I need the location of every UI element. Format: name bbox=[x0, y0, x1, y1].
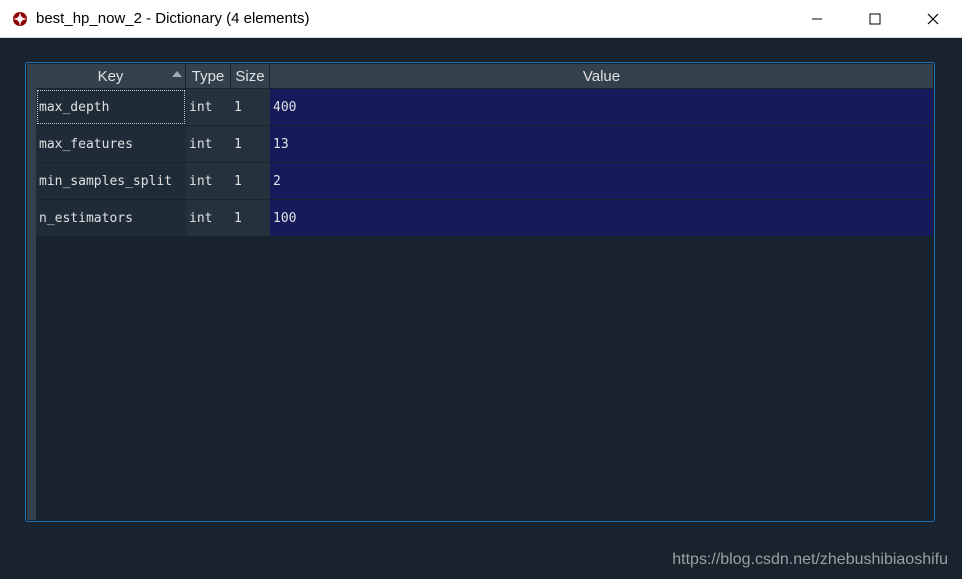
key-cell[interactable]: n_estimators bbox=[36, 200, 186, 236]
size-cell[interactable]: 1 bbox=[231, 89, 270, 125]
maximize-icon bbox=[869, 13, 881, 25]
size-cell[interactable]: 1 bbox=[231, 163, 270, 199]
type-cell[interactable]: int bbox=[186, 163, 231, 199]
close-button[interactable] bbox=[904, 0, 962, 38]
value-cell[interactable]: 2 bbox=[270, 163, 933, 199]
table-row[interactable]: max_features int 1 13 bbox=[36, 126, 933, 163]
title-bar: best_hp_now_2 - Dictionary (4 elements) bbox=[0, 0, 962, 38]
key-cell[interactable]: min_samples_split bbox=[36, 163, 186, 199]
close-icon bbox=[927, 13, 939, 25]
table-header: Key Type Size Value bbox=[36, 64, 933, 88]
watermark-text: https://blog.csdn.net/zhebushibiaoshifu bbox=[672, 551, 948, 568]
key-cell[interactable]: max_depth bbox=[36, 89, 186, 125]
table-body: max_depth int 1 400 max_features int 1 1… bbox=[36, 89, 933, 237]
maximize-button[interactable] bbox=[846, 0, 904, 38]
value-cell[interactable]: 400 bbox=[270, 89, 933, 125]
value-cell[interactable]: 13 bbox=[270, 126, 933, 162]
table-row[interactable]: n_estimators int 1 100 bbox=[36, 200, 933, 237]
sort-ascending-icon bbox=[172, 71, 182, 77]
vertical-header bbox=[27, 64, 36, 520]
column-header-value[interactable]: Value bbox=[270, 64, 933, 88]
type-cell[interactable]: int bbox=[186, 89, 231, 125]
size-cell[interactable]: 1 bbox=[231, 126, 270, 162]
type-cell[interactable]: int bbox=[186, 126, 231, 162]
column-header-type[interactable]: Type bbox=[186, 64, 231, 88]
column-header-key-label: Key bbox=[97, 67, 124, 85]
size-cell[interactable]: 1 bbox=[231, 200, 270, 236]
value-cell[interactable]: 100 bbox=[270, 200, 933, 236]
table-row[interactable]: max_depth int 1 400 bbox=[36, 89, 933, 126]
key-cell[interactable]: max_features bbox=[36, 126, 186, 162]
minimize-button[interactable] bbox=[788, 0, 846, 38]
minimize-icon bbox=[812, 18, 822, 20]
column-header-value-label: Value bbox=[582, 67, 621, 85]
column-header-size-label: Size bbox=[235, 67, 265, 85]
dictionary-table[interactable]: Key Type Size Value max_depth int 1 400 … bbox=[25, 62, 935, 522]
table-row[interactable]: min_samples_split int 1 2 bbox=[36, 163, 933, 200]
type-cell[interactable]: int bbox=[186, 200, 231, 236]
column-header-type-label: Type bbox=[191, 67, 225, 85]
column-header-size[interactable]: Size bbox=[231, 64, 270, 88]
column-header-key[interactable]: Key bbox=[36, 64, 186, 88]
spyder-app-icon bbox=[12, 11, 28, 27]
window-title: best_hp_now_2 - Dictionary (4 elements) bbox=[36, 10, 310, 27]
